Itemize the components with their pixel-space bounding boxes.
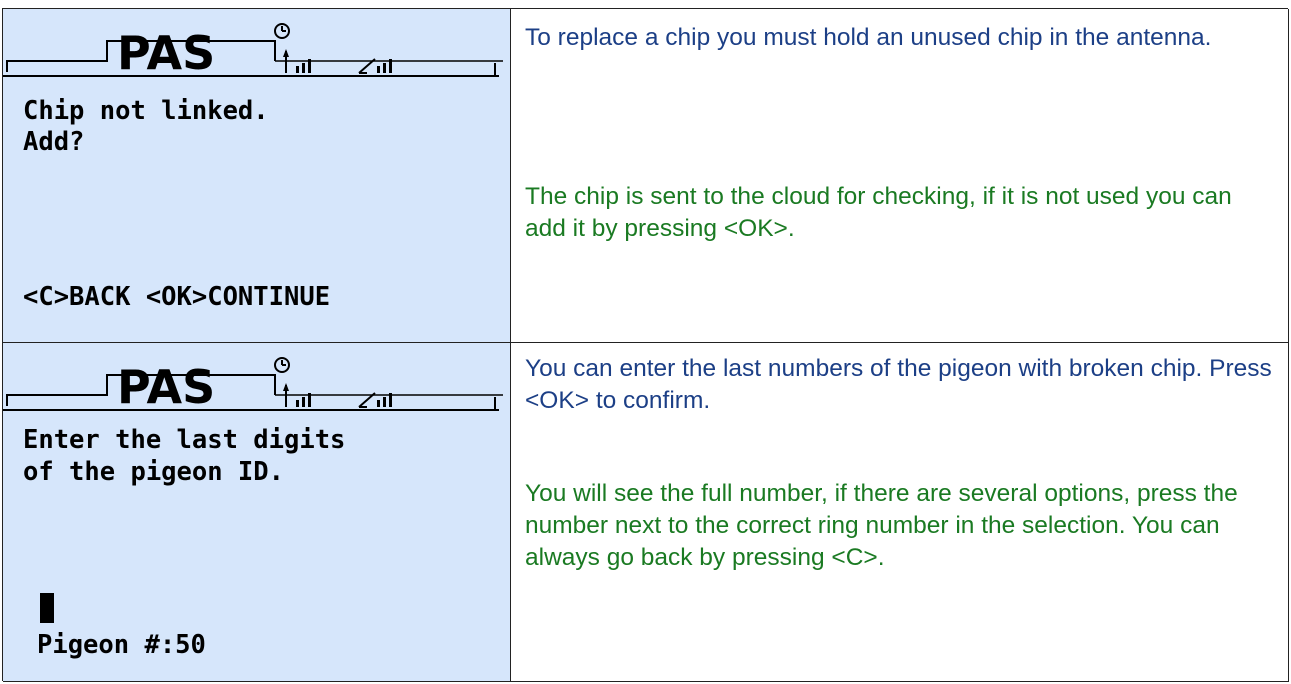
screen-line-2: Add? [23,127,85,157]
instruction-table: PAS Chip not linked. Add? <C>BACK <OK>CO… [2,8,1289,682]
description-green-2: You will see the full number, if there a… [525,480,1238,571]
lcd-screen-1: PAS Chip not linked. Add? <C>BACK <OK>CO… [3,9,511,343]
description-blue-1: To replace a chip you must hold an unuse… [525,24,1212,51]
description-blue-2: You can enter the last numbers of the pi… [525,355,1272,414]
pas-logo: PAS [117,26,215,79]
pas-logo-banner: PAS [3,357,503,413]
screen-line-1: Enter the last digits [23,425,346,455]
description-cell-2: You can enter the last numbers of the pi… [511,343,1289,682]
description-green-1: The chip is sent to the cloud for checki… [525,183,1232,242]
pas-logo-banner: PAS [3,23,503,79]
description-cell-1: To replace a chip you must hold an unuse… [511,9,1289,343]
lcd-screen-2: PAS Enter the last digits of the pigeon … [3,343,511,682]
screen-line-2: of the pigeon ID. [23,457,284,487]
pas-logo: PAS [117,360,215,413]
screen-footer: Pigeon #:50 [37,630,206,660]
screen-footer: <C>BACK <OK>CONTINUE [23,282,331,312]
text-cursor [40,593,54,623]
screen-line-1: Chip not linked. [23,96,269,126]
